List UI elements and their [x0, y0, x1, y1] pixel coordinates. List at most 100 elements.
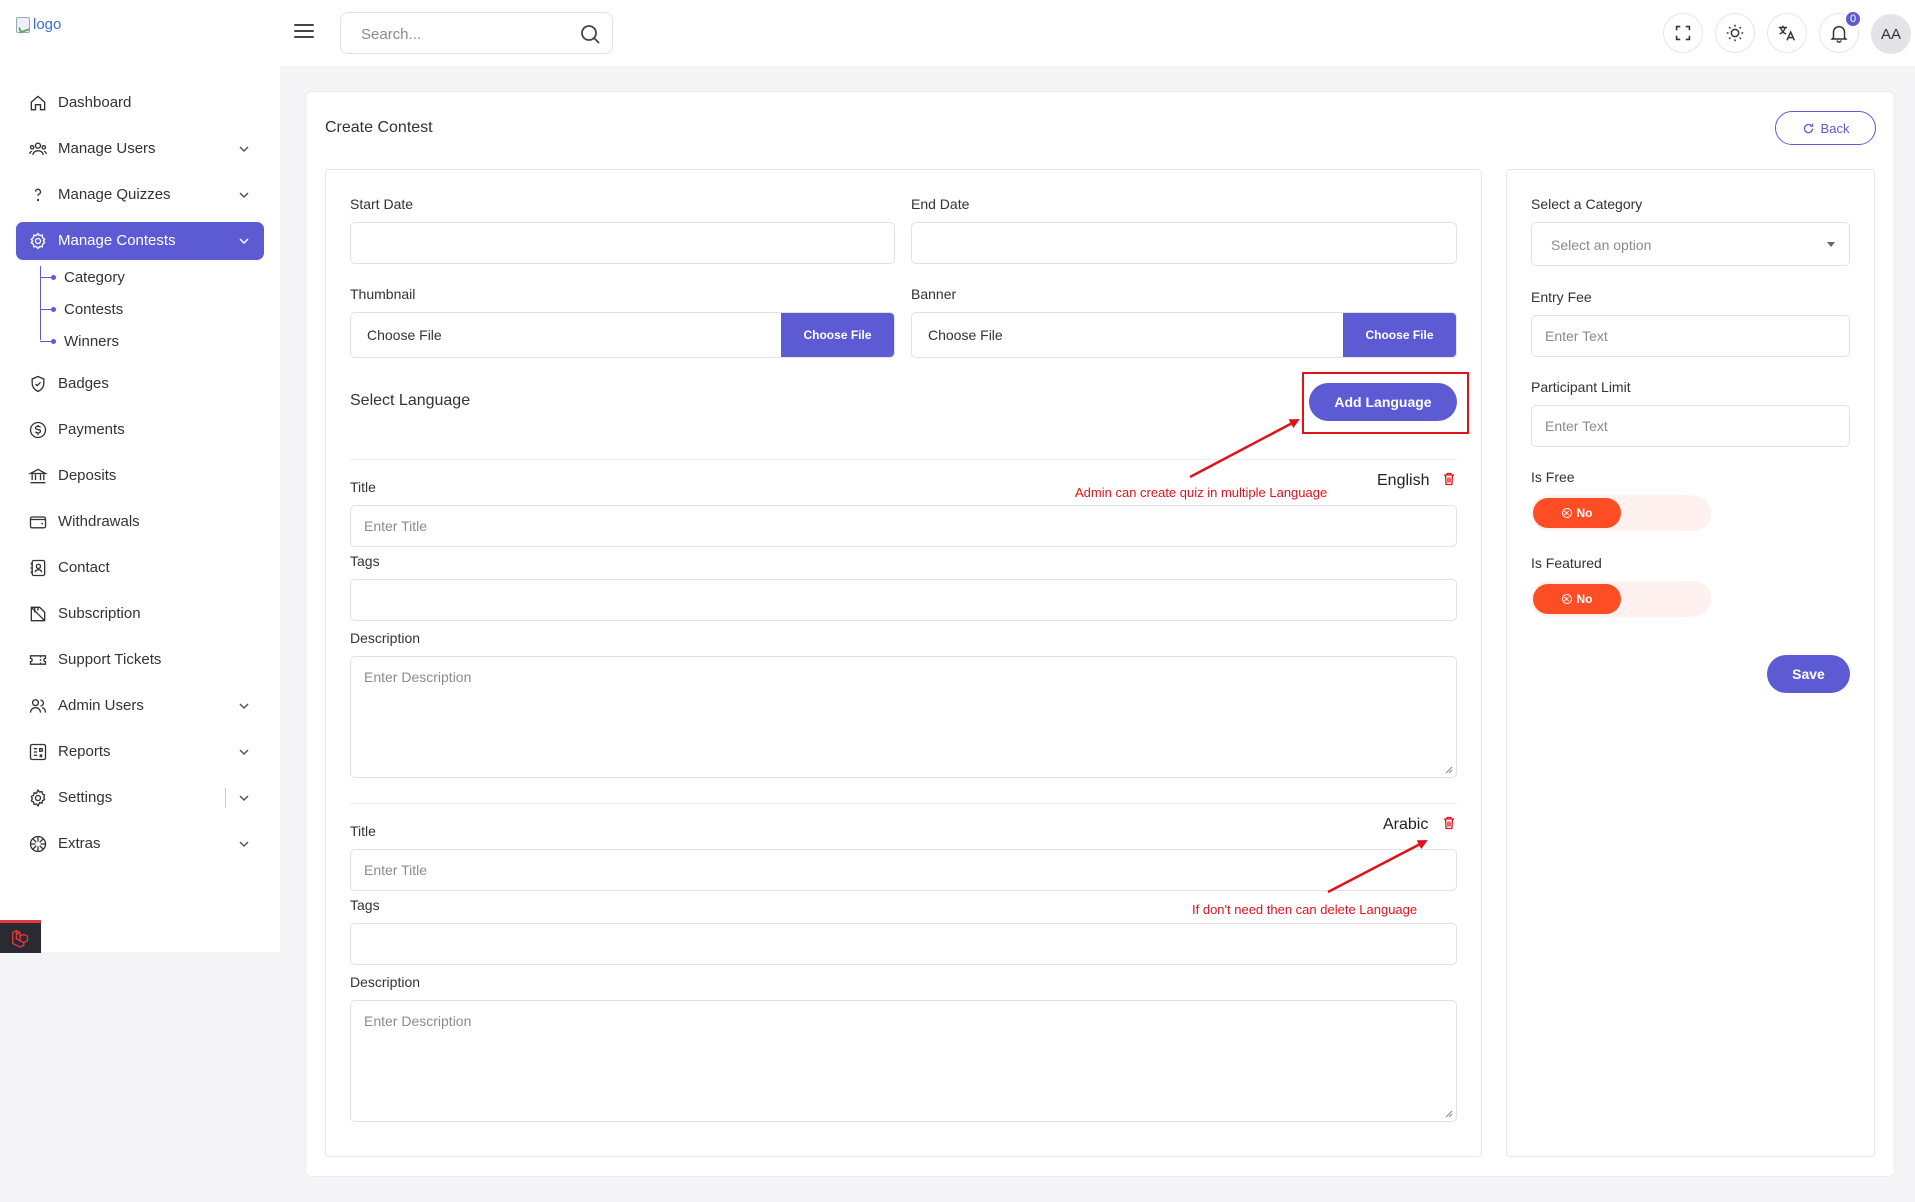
sidebar-item-manage-quizzes[interactable]: Manage Quizzes — [16, 176, 264, 214]
is-free-toggle[interactable]: No — [1531, 495, 1711, 531]
sidebar-item-subscription[interactable]: Subscription — [16, 595, 264, 633]
tags-label: Tags — [350, 897, 380, 913]
language-name-english: English — [1377, 472, 1430, 489]
sidebar-item-support-tickets[interactable]: Support Tickets — [16, 641, 264, 679]
sidebar-item-label: Settings — [58, 789, 113, 806]
wallet-icon — [28, 512, 48, 532]
language-button[interactable] — [1767, 13, 1807, 53]
sidebar-item-manage-contests[interactable]: Manage Contests — [16, 222, 264, 260]
search-box — [340, 12, 613, 54]
is-featured-toggle-knob[interactable]: No — [1533, 584, 1621, 614]
sidebar-item-payments[interactable]: Payments — [16, 411, 264, 449]
banner-file-input[interactable]: Choose File Choose File — [911, 312, 1457, 358]
is-featured-toggle[interactable]: No — [1531, 581, 1711, 617]
english-description-textarea[interactable] — [351, 657, 1456, 777]
dollar-icon — [28, 420, 48, 440]
subscription-icon — [28, 604, 48, 624]
arabic-description-textarea[interactable] — [351, 1001, 1456, 1121]
sidebar-item-label: Contact — [58, 559, 110, 576]
sidebar-item-deposits[interactable]: Deposits — [16, 457, 264, 495]
start-date-input[interactable] — [351, 223, 894, 263]
sidebar-item-label: Manage Contests — [58, 232, 176, 249]
sidebar-item-label: Badges — [58, 375, 109, 392]
page-title: Create Contest — [325, 119, 433, 136]
trash-icon[interactable] — [1441, 471, 1457, 487]
arabic-title-field — [350, 849, 1457, 891]
end-date-input[interactable] — [912, 223, 1456, 263]
sidebar-item-contact[interactable]: Contact — [16, 549, 264, 587]
save-button[interactable]: Save — [1767, 655, 1850, 693]
entry-fee-input[interactable] — [1532, 316, 1849, 356]
search-input[interactable] — [361, 23, 561, 45]
category-select-value: Select an option — [1551, 237, 1652, 253]
thumbnail-file-input[interactable]: Choose File Choose File — [350, 312, 895, 358]
participant-limit-field — [1531, 405, 1850, 447]
is-free-label: Is Free — [1531, 469, 1575, 485]
end-date-field — [911, 222, 1457, 264]
description-label: Description — [350, 974, 421, 990]
sidebar-item-settings[interactable]: Settings — [16, 779, 264, 817]
thumbnail-label: Thumbnail — [350, 286, 416, 302]
sidebar-item-label: Support Tickets — [58, 651, 162, 668]
end-date-label: End Date — [911, 196, 970, 212]
sidebar-subitem-contests[interactable]: Contests — [40, 298, 123, 320]
trash-icon[interactable] — [1441, 815, 1457, 831]
sidebar-item-label: Manage Quizzes — [58, 186, 171, 203]
contest-gear-icon — [28, 231, 48, 251]
chevron-down-icon — [239, 238, 249, 245]
arabic-tags-input[interactable] — [351, 924, 1456, 964]
chevron-down-icon — [239, 146, 249, 153]
sidebar-subitem-winners[interactable]: Winners — [40, 330, 119, 352]
participant-limit-input[interactable] — [1532, 406, 1849, 446]
english-title-input[interactable] — [351, 506, 1456, 546]
entry-fee-field — [1531, 315, 1850, 357]
sidebar-item-withdrawals[interactable]: Withdrawals — [16, 503, 264, 541]
avatar[interactable]: AA — [1871, 14, 1911, 54]
category-label: Select a Category — [1531, 196, 1643, 212]
resize-handle-icon[interactable] — [1445, 766, 1453, 774]
title-label: Title — [350, 823, 376, 839]
tags-label: Tags — [350, 553, 380, 569]
sidebar-item-label: Manage Users — [58, 140, 156, 157]
resize-handle-icon[interactable] — [1445, 1110, 1453, 1118]
entry-fee-label: Entry Fee — [1531, 289, 1592, 305]
sidebar-item-manage-users[interactable]: Manage Users — [16, 130, 264, 168]
logo[interactable]: logo — [16, 16, 61, 33]
contact-icon — [28, 558, 48, 578]
close-circle-icon — [1561, 508, 1572, 518]
language-name-arabic: Arabic — [1383, 816, 1429, 833]
sidebar-item-label: Deposits — [58, 467, 117, 484]
english-title-field — [350, 505, 1457, 547]
is-featured-label: Is Featured — [1531, 555, 1602, 571]
chevron-down-icon — [239, 749, 249, 756]
sidebar-item-dashboard[interactable]: Dashboard — [16, 84, 264, 122]
users-icon — [28, 139, 48, 159]
question-icon — [28, 185, 48, 205]
menu-toggle-icon[interactable] — [292, 20, 316, 42]
sidebar-item-label: Dashboard — [58, 94, 132, 111]
fullscreen-button[interactable] — [1663, 13, 1703, 53]
start-date-field — [350, 222, 895, 264]
admin-users-icon — [28, 696, 48, 716]
sidebar-item-admin-users[interactable]: Admin Users — [16, 687, 264, 725]
thumbnail-file-name: Choose File — [367, 327, 442, 343]
sidebar-item-reports[interactable]: Reports — [16, 733, 264, 771]
debug-toolbar-button[interactable] — [0, 920, 41, 953]
back-button[interactable]: Back — [1775, 111, 1876, 145]
sidebar-item-label: Subscription — [58, 605, 141, 622]
sidebar-item-extras[interactable]: Extras — [16, 825, 264, 863]
sidebar-item-badges[interactable]: Badges — [16, 365, 264, 403]
broken-image-icon — [16, 16, 30, 33]
category-select[interactable]: Select an option — [1531, 222, 1850, 266]
sidebar-subitem-category[interactable]: Category — [40, 266, 125, 288]
sidebar-item-label: Reports — [58, 743, 111, 760]
theme-toggle-button[interactable] — [1715, 13, 1755, 53]
english-tags-input[interactable] — [351, 580, 1456, 620]
caret-down-icon — [1827, 242, 1835, 247]
arabic-title-input[interactable] — [351, 850, 1456, 890]
banner-choose-file-button[interactable]: Choose File — [1343, 313, 1456, 357]
is-free-toggle-knob[interactable]: No — [1533, 498, 1621, 528]
search-icon[interactable] — [578, 22, 602, 46]
thumbnail-choose-file-button[interactable]: Choose File — [781, 313, 894, 357]
refresh-back-icon — [1803, 123, 1813, 133]
